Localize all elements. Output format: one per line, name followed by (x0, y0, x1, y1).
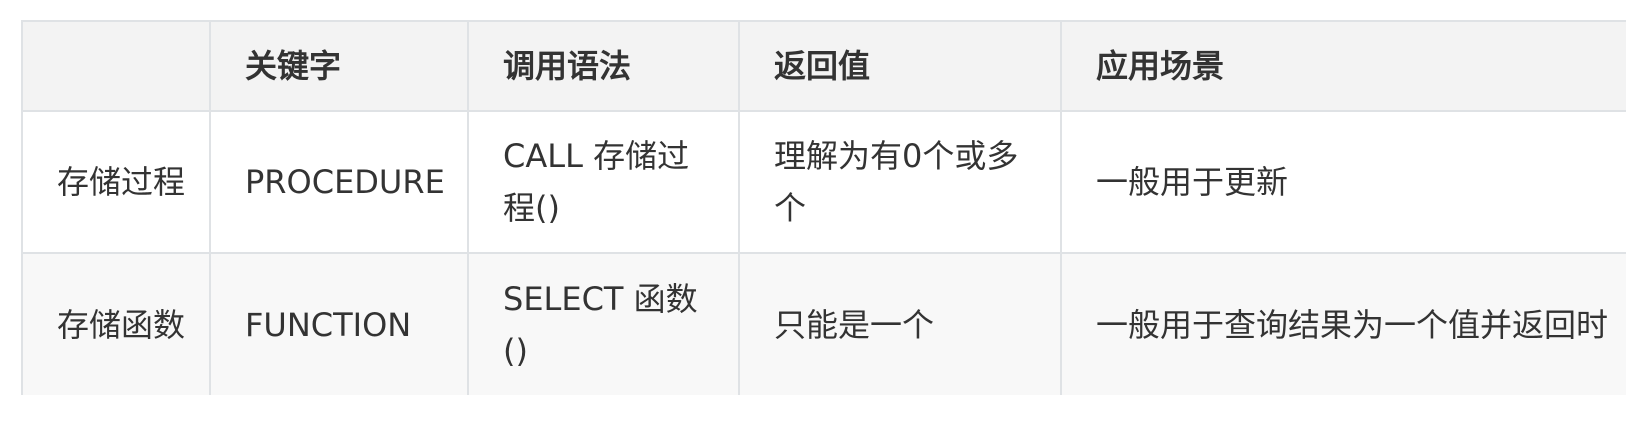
returns-cell: 理解为有0个或多个 (738, 110, 1062, 254)
header-cell-usage: 应用场景 (1060, 20, 1626, 112)
header-row: 关键字 调用语法 返回值 应用场景 (21, 20, 1626, 112)
keyword-cell: FUNCTION (209, 252, 469, 395)
row-name-cell: 存储过程 (21, 110, 211, 254)
returns-cell: 只能是一个 (738, 252, 1062, 395)
usage-cell: 一般用于更新 (1060, 110, 1626, 254)
usage-cell: 一般用于查询结果为一个值并返回时 (1060, 252, 1626, 395)
header-cell-keyword: 关键字 (209, 20, 469, 112)
row-name-cell: 存储函数 (21, 252, 211, 395)
header-cell-empty (21, 20, 211, 112)
header-cell-syntax: 调用语法 (467, 20, 740, 112)
comparison-table: 关键字 调用语法 返回值 应用场景 存储过程 PROCEDURE CALL 存储… (21, 20, 1626, 395)
table-header: 关键字 调用语法 返回值 应用场景 (21, 20, 1626, 112)
table-row: 存储过程 PROCEDURE CALL 存储过程() 理解为有0个或多个 一般用… (21, 110, 1626, 254)
syntax-cell: CALL 存储过程() (467, 110, 740, 254)
table-body: 存储过程 PROCEDURE CALL 存储过程() 理解为有0个或多个 一般用… (21, 110, 1626, 395)
header-cell-returns: 返回值 (738, 20, 1062, 112)
syntax-cell: SELECT 函数 () (467, 252, 740, 395)
comparison-table-container: 关键字 调用语法 返回值 应用场景 存储过程 PROCEDURE CALL 存储… (21, 20, 1626, 395)
table-row: 存储函数 FUNCTION SELECT 函数 () 只能是一个 一般用于查询结… (21, 252, 1626, 395)
keyword-cell: PROCEDURE (209, 110, 469, 254)
